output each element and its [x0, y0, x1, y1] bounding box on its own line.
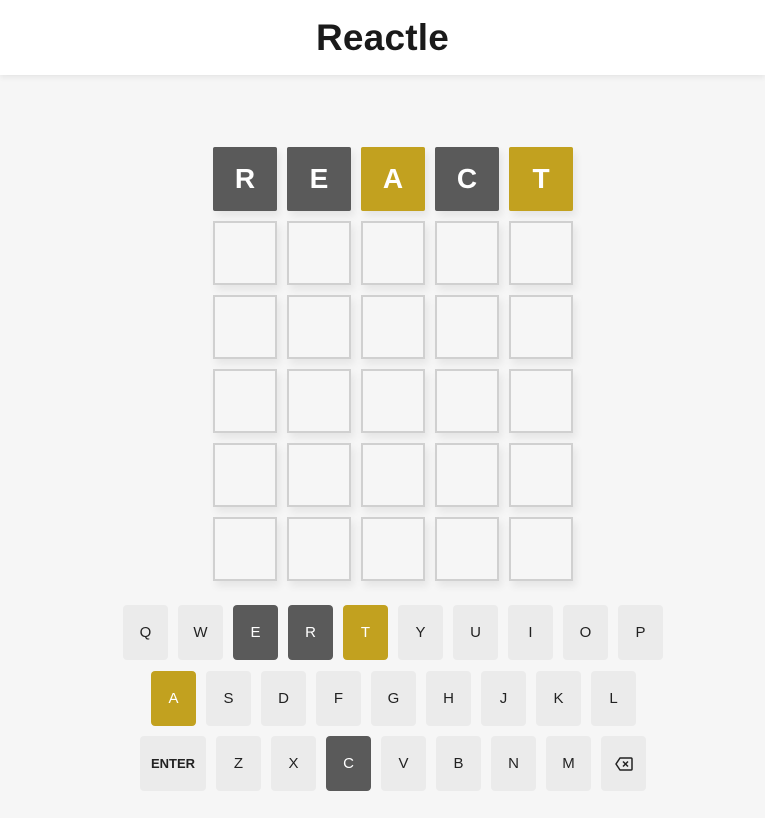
- key-q[interactable]: Q: [123, 605, 168, 660]
- key-x[interactable]: X: [271, 736, 316, 791]
- tile: A: [361, 147, 425, 211]
- keyboard-row-3: ENTER Z X C V B N M: [140, 736, 646, 791]
- tile: R: [213, 147, 277, 211]
- key-m[interactable]: M: [546, 736, 591, 791]
- key-h[interactable]: H: [426, 671, 471, 726]
- tile: E: [287, 147, 351, 211]
- keyboard-row-1: QWERTYUIOP: [123, 605, 663, 660]
- tile: [287, 443, 351, 507]
- key-k[interactable]: K: [536, 671, 581, 726]
- key-a[interactable]: A: [151, 671, 196, 726]
- tile: [361, 517, 425, 581]
- backspace-key[interactable]: [601, 736, 646, 791]
- key-w[interactable]: W: [178, 605, 223, 660]
- key-e[interactable]: E: [233, 605, 278, 660]
- tile: [361, 369, 425, 433]
- key-d[interactable]: D: [261, 671, 306, 726]
- tile: [509, 221, 573, 285]
- tile: [287, 295, 351, 359]
- tile: [435, 369, 499, 433]
- tile: [435, 517, 499, 581]
- tile: [213, 295, 277, 359]
- keyboard-row-2: ASDFGHJKL: [151, 671, 636, 726]
- tile: [361, 221, 425, 285]
- key-t[interactable]: T: [343, 605, 388, 660]
- key-j[interactable]: J: [481, 671, 526, 726]
- key-y[interactable]: Y: [398, 605, 443, 660]
- key-c[interactable]: C: [326, 736, 371, 791]
- tile: [213, 369, 277, 433]
- key-l[interactable]: L: [591, 671, 636, 726]
- tile: T: [509, 147, 573, 211]
- key-i[interactable]: I: [508, 605, 553, 660]
- tile: [213, 517, 277, 581]
- tile: [509, 295, 573, 359]
- key-z[interactable]: Z: [216, 736, 261, 791]
- tile: [509, 443, 573, 507]
- key-o[interactable]: O: [563, 605, 608, 660]
- key-p[interactable]: P: [618, 605, 663, 660]
- tile: [509, 369, 573, 433]
- game-board: REACT: [213, 147, 573, 581]
- tile: [213, 443, 277, 507]
- key-b[interactable]: B: [436, 736, 481, 791]
- tile: [287, 369, 351, 433]
- tile: [361, 443, 425, 507]
- tile: [435, 295, 499, 359]
- key-s[interactable]: S: [206, 671, 251, 726]
- key-enter[interactable]: ENTER: [140, 736, 206, 791]
- key-n[interactable]: N: [491, 736, 536, 791]
- key-g[interactable]: G: [371, 671, 416, 726]
- tile: [435, 443, 499, 507]
- header: Reactle: [0, 0, 765, 75]
- app-title: Reactle: [315, 16, 450, 58]
- key-r[interactable]: R: [288, 605, 333, 660]
- tile: [361, 295, 425, 359]
- key-u[interactable]: U: [453, 605, 498, 660]
- tile: C: [435, 147, 499, 211]
- tile: [287, 221, 351, 285]
- key-v[interactable]: V: [381, 736, 426, 791]
- tile: [435, 221, 499, 285]
- tile: [287, 517, 351, 581]
- key-f[interactable]: F: [316, 671, 361, 726]
- tile: [509, 517, 573, 581]
- backspace-icon: [614, 756, 633, 771]
- tile: [213, 221, 277, 285]
